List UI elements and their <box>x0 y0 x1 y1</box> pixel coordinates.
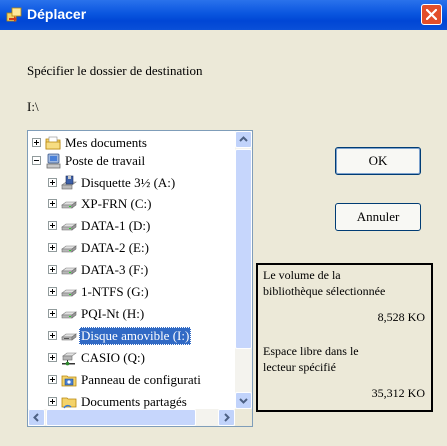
scroll-right-button[interactable] <box>218 409 235 426</box>
expand-icon[interactable] <box>48 309 57 318</box>
tree-item-label: PQI-Nt (H:) <box>81 306 145 321</box>
free-space-value: 35,312 KO <box>371 386 425 400</box>
expand-icon[interactable] <box>48 265 57 274</box>
collapse-icon[interactable] <box>32 156 41 165</box>
scroll-corner <box>235 409 252 426</box>
tree-item-label: Disque amovible (I:) <box>79 327 192 345</box>
destination-prompt: Spécifier le dossier de destination <box>27 63 203 78</box>
tree-item-label: Documents partagés <box>81 394 187 409</box>
tree-item-label: XP-FRN (C:) <box>81 196 152 211</box>
expand-icon[interactable] <box>48 331 57 340</box>
hard-drive-icon <box>61 284 77 300</box>
hard-drive-icon <box>61 196 77 212</box>
scroll-up-button[interactable] <box>235 131 252 148</box>
expand-icon[interactable] <box>48 375 57 384</box>
my-documents-icon <box>45 135 61 151</box>
folder-tree[interactable]: Mes documents Poste de travail Disquette 3… <box>27 130 253 427</box>
horizontal-scrollbar[interactable] <box>28 409 235 426</box>
volume-label-line1: Le volume de la <box>263 268 341 282</box>
tree-item-label: Poste de travail <box>65 153 146 168</box>
hard-drive-icon <box>61 262 77 278</box>
tree-item-label: DATA-2 (E:) <box>81 240 149 255</box>
tree-item-label: Panneau de configurati <box>81 372 201 387</box>
expand-icon[interactable] <box>48 397 57 406</box>
expand-icon[interactable] <box>48 287 57 296</box>
tree-item-label: Disquette 3½ (A:) <box>81 175 176 190</box>
expand-icon[interactable] <box>48 178 57 187</box>
title-bar[interactable]: Déplacer <box>0 0 447 30</box>
free-space-label-line2: lecteur spécifié <box>263 360 336 374</box>
tree-item-label: 1-NTFS (G:) <box>81 284 149 299</box>
chevron-left-icon <box>33 413 39 422</box>
vertical-scrollbar[interactable] <box>235 131 252 409</box>
move-folder-icon <box>6 7 22 23</box>
tree-item-label: DATA-1 (D:) <box>81 218 151 233</box>
cancel-button[interactable]: Annuler <box>335 203 421 231</box>
my-computer-icon <box>45 153 61 169</box>
selected-path: I:\ <box>27 99 39 114</box>
volume-label-line2: bibliothèque sélectionnée <box>263 284 386 298</box>
shared-folder-icon <box>61 394 77 409</box>
tree-item-label: CASIO (Q:) <box>81 350 145 365</box>
expand-icon[interactable] <box>48 353 57 362</box>
control-panel-icon <box>61 372 77 388</box>
network-drive-icon <box>61 350 77 366</box>
chevron-right-icon <box>224 413 230 422</box>
chevron-up-icon <box>239 136 248 142</box>
ok-button[interactable]: OK <box>335 147 421 175</box>
tree-item-label: Mes documents <box>65 135 147 150</box>
tree-item-label: DATA-3 (F:) <box>81 262 149 277</box>
hard-drive-icon <box>61 306 77 322</box>
folder-tree-viewport: Mes documents Poste de travail Disquette 3… <box>28 131 236 409</box>
scroll-left-button[interactable] <box>28 409 45 426</box>
scroll-down-button[interactable] <box>235 392 252 409</box>
floppy-drive-icon <box>61 175 77 191</box>
volume-value: 8,528 KO <box>377 310 425 324</box>
vertical-scroll-thumb[interactable] <box>235 149 252 349</box>
horizontal-scroll-thumb[interactable] <box>46 409 196 426</box>
hard-drive-icon <box>61 240 77 256</box>
hard-drive-icon <box>61 218 77 234</box>
expand-icon[interactable] <box>48 221 57 230</box>
expand-icon[interactable] <box>32 138 41 147</box>
expand-icon[interactable] <box>48 199 57 208</box>
expand-icon[interactable] <box>48 243 57 252</box>
close-button[interactable] <box>421 4 442 25</box>
window-title: Déplacer <box>27 6 87 22</box>
free-space-label-line1: Espace libre dans le <box>263 344 359 358</box>
close-icon <box>426 9 437 20</box>
removable-disk-icon <box>61 328 77 344</box>
volume-info-panel: Le volume de la bibliothèque sélectionné… <box>256 263 433 412</box>
chevron-down-icon <box>239 398 248 404</box>
